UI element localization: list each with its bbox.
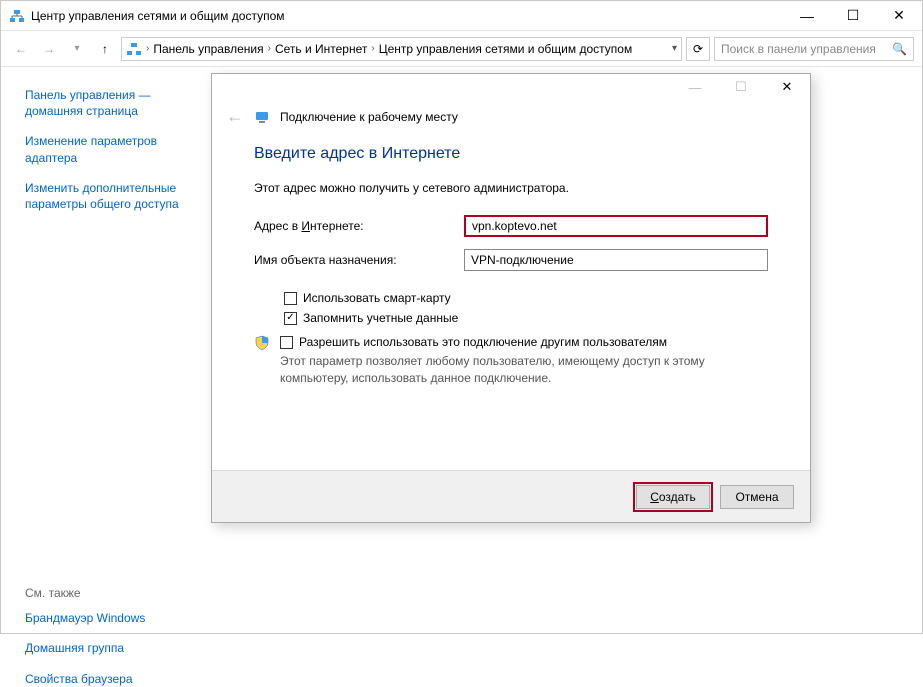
nav-dropdown-icon[interactable]: ▾ [65, 37, 89, 61]
remember-credentials-checkbox-row[interactable]: ✓ Запомнить учетные данные [284, 311, 768, 325]
refresh-icon: ⟳ [693, 42, 703, 56]
checkbox-checked-icon: ✓ [284, 312, 297, 325]
chevron-down-icon[interactable]: ▾ [672, 43, 677, 54]
nav-forward-icon: → [37, 37, 61, 61]
dialog-description: Этот адрес можно получить у сетевого адм… [254, 181, 768, 195]
breadcrumb-root-icon [126, 41, 142, 57]
close-button[interactable]: ✕ [876, 1, 922, 31]
chevron-right-icon: › [146, 43, 149, 54]
sidebar-link-sharing[interactable]: Изменить дополнительные параметры общего… [25, 180, 193, 212]
destination-name-label: Имя объекта назначения: [254, 253, 464, 267]
connect-workplace-dialog: — ☐ ✕ ← Подключение к рабочему месту Вве… [211, 73, 811, 523]
destination-name-input[interactable] [464, 249, 768, 271]
cancel-button[interactable]: Отмена [720, 485, 794, 509]
sidebar-link-firewall[interactable]: Брандмауэр Windows [25, 610, 193, 626]
internet-address-input[interactable] [464, 215, 768, 237]
chevron-right-icon: › [371, 43, 374, 54]
breadcrumb-item[interactable]: Центр управления сетями и общим доступом [379, 42, 633, 56]
sidebar-link-homegroup[interactable]: Домашняя группа [25, 640, 193, 656]
smartcard-label: Использовать смарт-карту [303, 291, 451, 305]
shield-icon [254, 335, 270, 351]
allow-others-label: Разрешить использовать это подключение д… [299, 335, 667, 349]
checkbox-unchecked-icon [284, 292, 297, 305]
navigation-bar: ← → ▾ ↑ › Панель управления › Сеть и Инт… [1, 31, 922, 67]
maximize-button[interactable]: ☐ [830, 1, 876, 31]
dialog-heading: Введите адрес в Интернете [254, 145, 768, 163]
internet-address-label: Адрес в Интернете: [254, 219, 464, 233]
create-button[interactable]: Создать [636, 485, 710, 509]
sidebar-link-adapter[interactable]: Изменение параметров адаптера [25, 133, 193, 165]
remember-label: Запомнить учетные данные [303, 311, 458, 325]
allow-others-description: Этот параметр позволяет любому пользоват… [280, 353, 768, 387]
breadcrumb-item[interactable]: Панель управления [153, 42, 263, 56]
search-box[interactable]: Поиск в панели управления 🔍 [714, 37, 914, 61]
search-icon: 🔍 [892, 42, 907, 56]
checkbox-unchecked-icon [280, 336, 293, 349]
dialog-close-button[interactable]: ✕ [764, 74, 810, 100]
chevron-right-icon: › [268, 43, 271, 54]
window-title: Центр управления сетями и общим доступом [31, 9, 285, 23]
refresh-button[interactable]: ⟳ [686, 37, 710, 61]
dialog-maximize-button: ☐ [718, 74, 764, 100]
sidebar-link-browser[interactable]: Свойства браузера [25, 671, 193, 687]
window-titlebar: Центр управления сетями и общим доступом… [1, 1, 922, 31]
breadcrumb-item[interactable]: Сеть и Интернет [275, 42, 367, 56]
see-also-label: См. также [25, 586, 193, 600]
sidebar-home[interactable]: Панель управления — домашняя страница [25, 87, 193, 119]
nav-up-icon[interactable]: ↑ [93, 37, 117, 61]
network-center-icon [9, 8, 25, 24]
smartcard-checkbox-row[interactable]: Использовать смарт-карту [284, 291, 768, 305]
dialog-back-icon: ← [226, 106, 244, 127]
sidebar: Панель управления — домашняя страница Из… [1, 67, 201, 633]
search-placeholder: Поиск в панели управления [721, 42, 892, 56]
window-controls: — ☐ ✕ [784, 1, 922, 31]
dialog-title: Подключение к рабочему месту [280, 110, 458, 124]
allow-others-checkbox-row[interactable]: Разрешить использовать это подключение д… [280, 335, 768, 349]
workplace-icon [254, 109, 270, 125]
nav-back-icon[interactable]: ← [9, 37, 33, 61]
breadcrumb[interactable]: › Панель управления › Сеть и Интернет › … [121, 37, 682, 61]
minimize-button[interactable]: — [784, 1, 830, 31]
dialog-footer: Создать Отмена [212, 470, 810, 522]
dialog-minimize-button: — [672, 74, 718, 100]
main-area: — ☐ ✕ ← Подключение к рабочему месту Вве… [201, 67, 922, 633]
